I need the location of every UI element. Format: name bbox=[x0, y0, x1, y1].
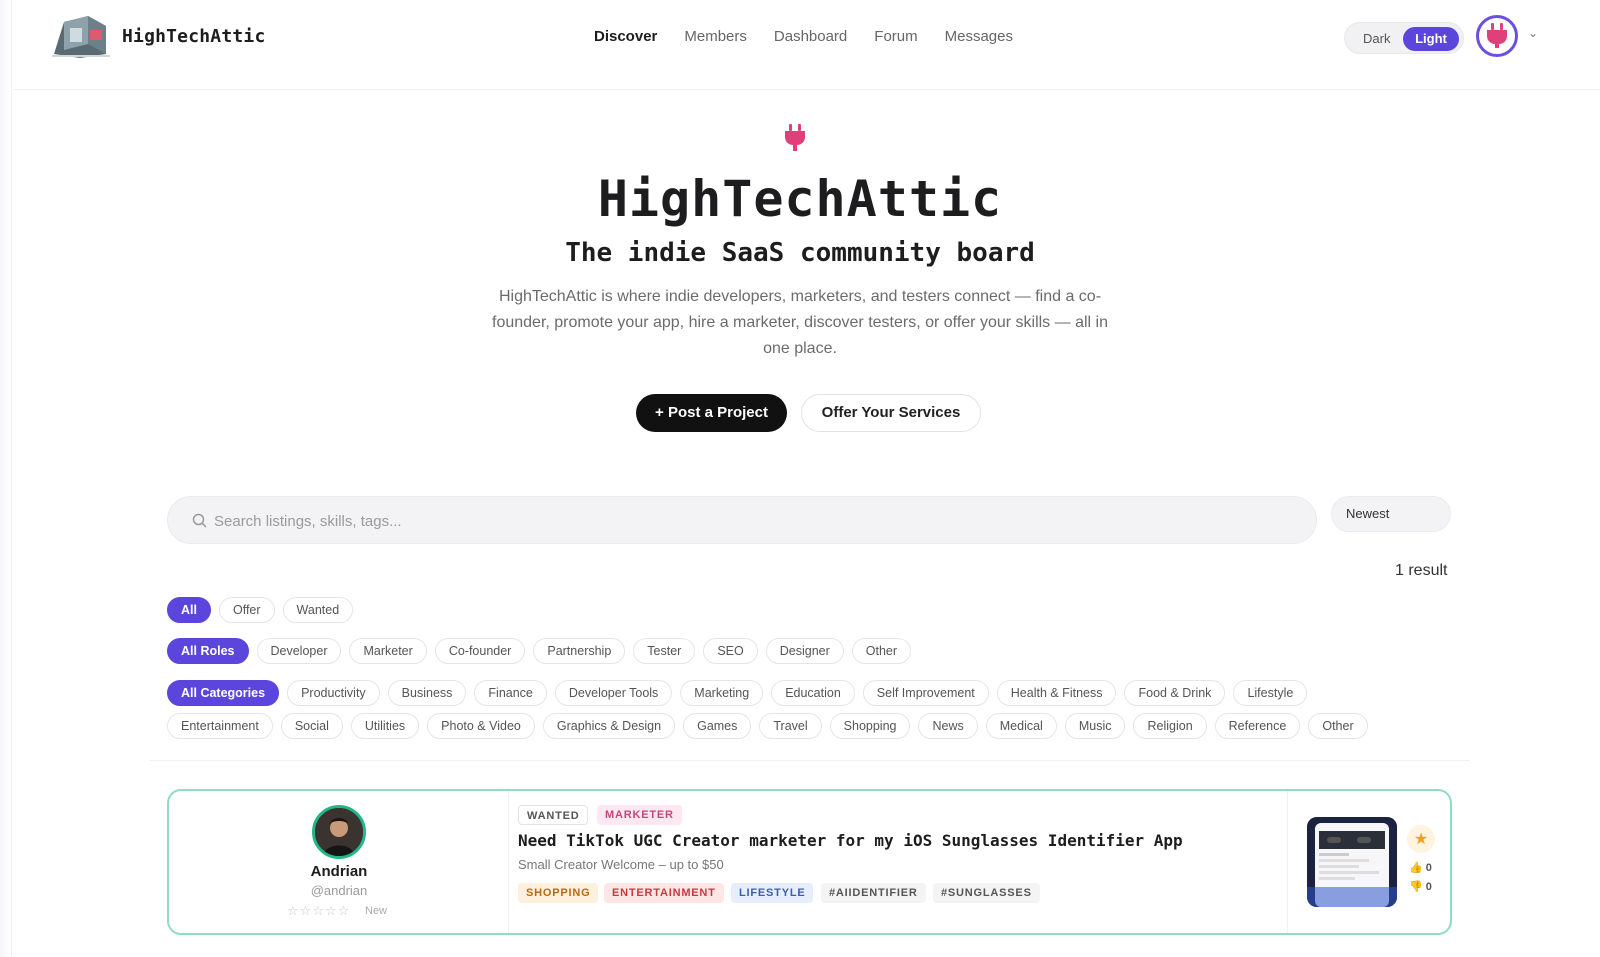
search-icon bbox=[192, 513, 207, 528]
user-avatar[interactable] bbox=[312, 805, 366, 859]
type-filter-row: All Offer Wanted bbox=[167, 597, 354, 623]
search-bar bbox=[167, 496, 1317, 544]
hero-title: HighTechAttic bbox=[597, 170, 1003, 228]
search-input[interactable] bbox=[214, 509, 1294, 533]
filter-category-developer-tools[interactable]: Developer Tools bbox=[554, 680, 673, 706]
listing-tag-shopping[interactable]: SHOPPING bbox=[518, 883, 599, 903]
rating-stars-icon: ☆☆☆☆☆ bbox=[287, 903, 351, 918]
phone-screenshot-icon bbox=[1307, 817, 1397, 907]
filter-category-news[interactable]: News bbox=[918, 713, 978, 739]
results-count: 1 result bbox=[1395, 562, 1448, 579]
logo-icon[interactable] bbox=[50, 14, 114, 60]
brand-name[interactable]: HighTechAttic bbox=[122, 26, 265, 47]
user-handle: @andrian bbox=[310, 883, 368, 898]
avatar-photo-icon bbox=[315, 808, 363, 856]
listing-title[interactable]: Need TikTok UGC Creator marketer for my … bbox=[518, 831, 1183, 850]
category-filter-row-1: All Categories Productivity Business Fin… bbox=[167, 680, 1308, 706]
offer-services-button[interactable]: Offer Your Services bbox=[801, 394, 981, 432]
category-filter-row-2: Entertainment Social Utilities Photo & V… bbox=[167, 713, 1368, 739]
rating-label: New bbox=[365, 905, 388, 917]
chevron-down-icon[interactable]: ⌄ bbox=[1528, 26, 1538, 40]
thumbs-down-icon: 👎 bbox=[1409, 881, 1423, 893]
filter-category-graphics-design[interactable]: Graphics & Design bbox=[542, 713, 676, 739]
downvote-count: 0 bbox=[1425, 881, 1432, 893]
listing-type-tag: WANTED bbox=[518, 805, 589, 825]
plug-icon bbox=[785, 124, 805, 151]
filter-category-business[interactable]: Business bbox=[387, 680, 467, 706]
card-separator bbox=[1287, 791, 1288, 933]
filter-category-productivity[interactable]: Productivity bbox=[287, 680, 380, 706]
listing-tag-sunglasses[interactable]: #SUNGLASSES bbox=[933, 883, 1040, 903]
upvote-button[interactable]: 👍 0 bbox=[1409, 861, 1432, 874]
filter-role-cofounder[interactable]: Co-founder bbox=[434, 638, 526, 664]
downvote-button[interactable]: 👎 0 bbox=[1409, 880, 1432, 893]
filter-role-marketer[interactable]: Marketer bbox=[349, 638, 427, 664]
sort-select[interactable]: Newest bbox=[1331, 496, 1451, 532]
filter-category-finance[interactable]: Finance bbox=[474, 680, 547, 706]
listing-role-tag: MARKETER bbox=[597, 805, 682, 825]
filter-role-tester[interactable]: Tester bbox=[633, 638, 696, 664]
filter-type-wanted[interactable]: Wanted bbox=[282, 597, 354, 623]
filter-role-seo[interactable]: SEO bbox=[703, 638, 758, 664]
user-name[interactable]: Andrian bbox=[169, 863, 509, 880]
nav-discover[interactable]: Discover bbox=[594, 28, 657, 45]
listing-user: Andrian @andrian ☆☆☆☆☆ New bbox=[169, 791, 509, 933]
hero-subtitle: The indie SaaS community board bbox=[565, 238, 1035, 268]
filter-category-reference[interactable]: Reference bbox=[1214, 713, 1301, 739]
plug-icon bbox=[1487, 23, 1507, 48]
listing-budget: Small Creator Welcome – up to $50 bbox=[518, 857, 724, 872]
filter-category-religion[interactable]: Religion bbox=[1133, 713, 1207, 739]
nav-messages[interactable]: Messages bbox=[945, 28, 1013, 45]
listing-tag-lifestyle[interactable]: LIFESTYLE bbox=[731, 883, 814, 903]
filter-category-other[interactable]: Other bbox=[1308, 713, 1368, 739]
filter-category-food-drink[interactable]: Food & Drink bbox=[1124, 680, 1226, 706]
user-avatar[interactable] bbox=[1476, 15, 1518, 57]
upvote-count: 0 bbox=[1425, 862, 1432, 874]
filter-category-health-fitness[interactable]: Health & Fitness bbox=[996, 680, 1117, 706]
app-screenshot-thumbnail[interactable] bbox=[1307, 817, 1397, 907]
theme-dark-option[interactable]: Dark bbox=[1363, 31, 1390, 46]
favorite-button[interactable]: ★ bbox=[1407, 825, 1435, 853]
section-divider bbox=[150, 760, 1470, 761]
filter-category-lifestyle[interactable]: Lifestyle bbox=[1233, 680, 1308, 706]
main-nav: Discover Members Dashboard Forum Message… bbox=[594, 28, 1013, 45]
filter-category-entertainment[interactable]: Entertainment bbox=[167, 713, 273, 739]
filter-category-utilities[interactable]: Utilities bbox=[350, 713, 420, 739]
filter-type-all[interactable]: All bbox=[167, 597, 211, 623]
filter-role-developer[interactable]: Developer bbox=[256, 638, 342, 664]
filter-role-designer[interactable]: Designer bbox=[765, 638, 844, 664]
filter-role-partnership[interactable]: Partnership bbox=[533, 638, 626, 664]
listing-tag-entertainment[interactable]: ENTERTAINMENT bbox=[604, 883, 724, 903]
filter-type-offer[interactable]: Offer bbox=[218, 597, 275, 623]
filter-category-education[interactable]: Education bbox=[771, 680, 855, 706]
filter-category-shopping[interactable]: Shopping bbox=[829, 713, 911, 739]
filter-category-social[interactable]: Social bbox=[280, 713, 343, 739]
filter-category-music[interactable]: Music bbox=[1064, 713, 1126, 739]
nav-dashboard[interactable]: Dashboard bbox=[774, 28, 847, 45]
filter-category-travel[interactable]: Travel bbox=[759, 713, 822, 739]
post-project-button[interactable]: + Post a Project bbox=[636, 394, 787, 432]
filter-category-self-improvement[interactable]: Self Improvement bbox=[862, 680, 989, 706]
filter-role-all[interactable]: All Roles bbox=[167, 638, 249, 664]
theme-toggle[interactable]: Dark Light bbox=[1344, 22, 1464, 54]
listing-card[interactable]: Andrian @andrian ☆☆☆☆☆ New WANTED MARKET… bbox=[167, 789, 1452, 935]
nav-members[interactable]: Members bbox=[684, 28, 747, 45]
listing-tag-aiidentifier[interactable]: #AIIDENTIFIER bbox=[821, 883, 926, 903]
filter-category-games[interactable]: Games bbox=[683, 713, 752, 739]
filter-role-other[interactable]: Other bbox=[851, 638, 912, 664]
thumbs-up-icon: 👍 bbox=[1409, 862, 1423, 874]
theme-light-option[interactable]: Light bbox=[1403, 27, 1459, 51]
role-filter-row: All Roles Developer Marketer Co-founder … bbox=[167, 638, 912, 664]
filter-category-medical[interactable]: Medical bbox=[985, 713, 1057, 739]
filter-category-photo-video[interactable]: Photo & Video bbox=[427, 713, 535, 739]
nav-forum[interactable]: Forum bbox=[874, 28, 917, 45]
star-icon: ★ bbox=[1413, 831, 1429, 848]
filter-category-all[interactable]: All Categories bbox=[167, 680, 280, 706]
top-header: HighTechAttic Discover Members Dashboard… bbox=[14, 0, 1600, 90]
hero-description: HighTechAttic is where indie developers,… bbox=[492, 288, 1108, 357]
left-edge bbox=[0, 0, 12, 957]
filter-category-marketing[interactable]: Marketing bbox=[680, 680, 764, 706]
